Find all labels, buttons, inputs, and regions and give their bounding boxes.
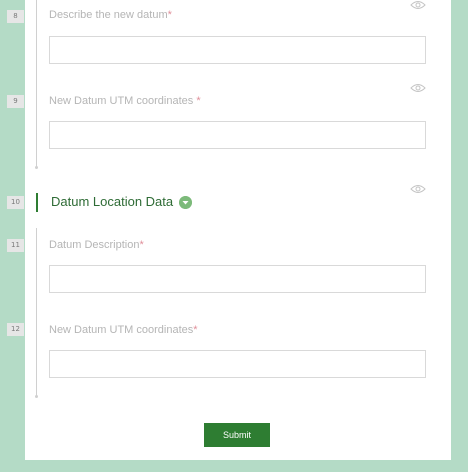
eye-icon[interactable] — [410, 0, 426, 10]
required-mark: * — [193, 324, 198, 336]
question-group-line — [35, 0, 38, 169]
group-number-badge: 10 — [7, 196, 24, 209]
question-number-badge: 12 — [7, 323, 24, 336]
question-number-badge: 11 — [7, 239, 24, 252]
utm-coordinates-input[interactable] — [49, 121, 426, 149]
question-label-text: Datum Description — [49, 239, 140, 251]
datum-description-input[interactable] — [49, 265, 426, 293]
required-mark: * — [167, 9, 172, 21]
required-mark: * — [139, 239, 144, 251]
group-title[interactable]: Datum Location Data — [51, 194, 173, 209]
question-number-badge: 8 — [7, 10, 24, 23]
describe-new-datum-input[interactable] — [49, 36, 426, 64]
question-label: Describe the new datum* — [49, 9, 172, 21]
question-label-text: New Datum UTM coordinates — [49, 324, 194, 336]
new-datum-utm-input[interactable] — [49, 350, 426, 378]
question-label-text: Describe the new datum — [49, 9, 168, 21]
group-accent-bar — [36, 193, 38, 212]
required-mark: * — [196, 95, 201, 107]
question-label: Datum Description* — [49, 239, 144, 251]
eye-icon[interactable] — [410, 184, 426, 194]
question-number-badge: 9 — [7, 95, 24, 108]
survey-form-card — [25, 0, 451, 460]
chevron-down-icon[interactable] — [179, 196, 192, 209]
submit-button[interactable]: Submit — [204, 423, 270, 447]
question-label-text: New Datum UTM coordinates — [49, 95, 197, 107]
question-label: New Datum UTM coordinates* — [49, 324, 198, 336]
question-group-line — [35, 228, 38, 398]
eye-icon[interactable] — [410, 83, 426, 93]
question-label: New Datum UTM coordinates * — [49, 95, 201, 107]
